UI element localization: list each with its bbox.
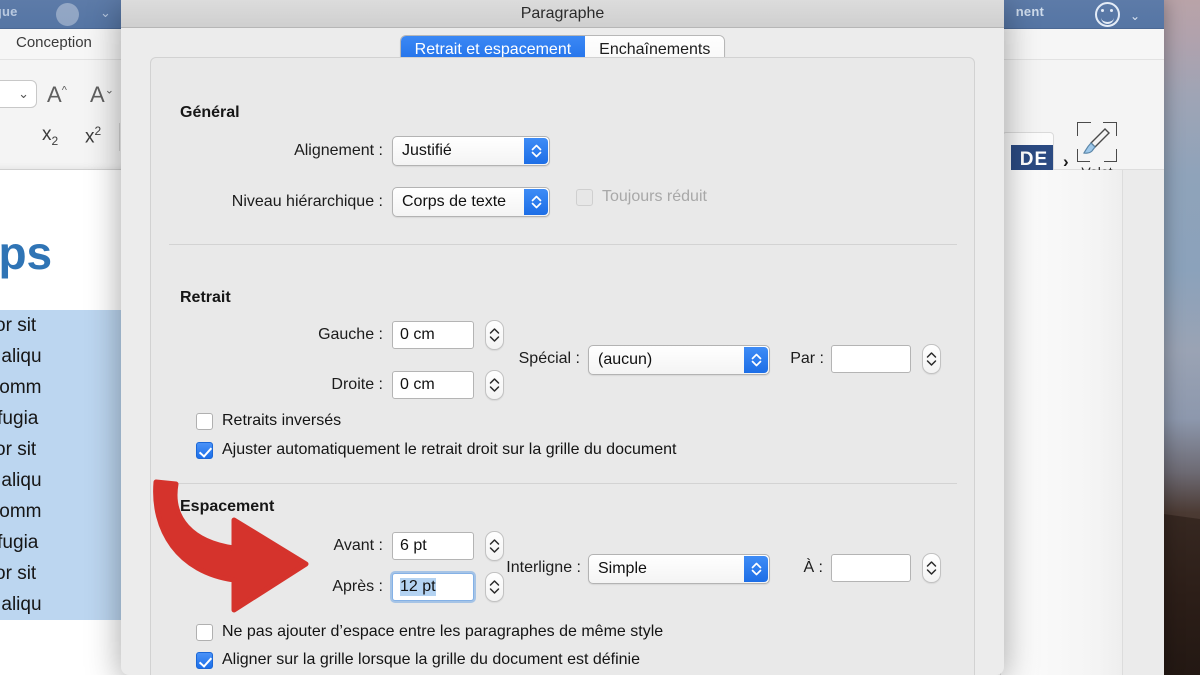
document-page-right (1000, 170, 1122, 675)
label-line-spacing-at: À : (803, 559, 823, 576)
line-spacing-at-stepper[interactable] (922, 553, 941, 583)
spacing-before-input[interactable]: 6 pt (392, 532, 474, 560)
chevron-down-icon[interactable]: ⌄ (1130, 9, 1140, 23)
special-indent-select[interactable]: (aucun) (588, 345, 770, 375)
spacing-after-value: 12 pt (400, 578, 436, 596)
checkbox-aligner-sur-grille[interactable] (196, 651, 213, 669)
group-title-general: Général (180, 104, 240, 121)
checkbox-label-aligner-sur-grille: Aligner sur la grille lorsque la grille … (222, 651, 640, 668)
dialog-titlebar[interactable]: Paragraphe (121, 0, 1004, 28)
window-title-left-fragment: ique (0, 4, 18, 19)
titlebar-chevron-left[interactable]: ⌄ (100, 5, 111, 21)
indent-left-input[interactable]: 0 cm (392, 321, 474, 349)
label-indent-left: Gauche : (318, 326, 383, 343)
paint-brush-icon (1077, 122, 1117, 162)
document-heading: m ips (0, 227, 53, 279)
indent-by-stepper[interactable] (922, 344, 941, 374)
checkbox-retraits-inverses[interactable] (196, 412, 213, 430)
dialog-title: Paragraphe (520, 5, 605, 22)
checkbox-ajuster-retrait-droit[interactable] (196, 441, 213, 459)
dialog-panel: Général Alignement : Justifié Niveau hié… (150, 57, 975, 675)
checkbox-row-aligner-sur-grille[interactable]: Aligner sur la grille lorsque la grille … (196, 651, 640, 669)
line-spacing-value: Simple (598, 560, 647, 577)
section-divider (169, 483, 957, 484)
alignment-select[interactable]: Justifié (392, 136, 550, 166)
checkbox-ne-pas-ajouter-espace[interactable] (196, 623, 213, 641)
titlebar-avatar[interactable] (56, 3, 79, 26)
paragraph-dialog: Paragraphe Retrait et espacement Enchaîn… (121, 0, 1004, 675)
chevron-updown-icon (744, 556, 768, 582)
label-alignment: Alignement : (294, 142, 383, 159)
indent-right-value: 0 cm (400, 376, 435, 393)
label-special: Spécial : (518, 350, 580, 367)
ribbon-divider (119, 123, 120, 151)
checkbox-row-toujours-reduit[interactable]: Toujours réduit (576, 188, 707, 206)
indent-left-value: 0 cm (400, 326, 435, 343)
label-indent-right: Droite : (331, 376, 383, 393)
outline-level-select[interactable]: Corps de texte (392, 187, 550, 217)
chevron-updown-icon (524, 189, 548, 215)
indent-by-input[interactable] (831, 345, 911, 373)
group-title-retrait: Retrait (180, 289, 231, 306)
spacing-before-value: 6 pt (400, 537, 427, 554)
tab-conception[interactable]: Conception (16, 34, 92, 51)
checkbox-label-ajuster-retrait-droit: Ajuster automatiquement le retrait droit… (222, 441, 677, 458)
alignment-value: Justifié (402, 142, 452, 159)
spacing-before-stepper[interactable] (485, 531, 504, 561)
section-divider (169, 244, 957, 245)
checkbox-label-ne-pas-ajouter-espace: Ne pas ajouter d’espace entre les paragr… (222, 623, 664, 640)
chevron-updown-icon (744, 347, 768, 373)
increase-font-size-icon[interactable]: A^ (47, 82, 67, 108)
checkbox-row-ne-pas-ajouter-espace[interactable]: Ne pas ajouter d’espace entre les paragr… (196, 623, 663, 641)
decrease-font-size-icon[interactable]: A⌄ (90, 82, 114, 108)
chevron-down-icon: ⌄ (18, 86, 29, 101)
line-spacing-at-input[interactable] (831, 554, 911, 582)
indent-right-input[interactable]: 0 cm (392, 371, 474, 399)
screen: ique ⌄ nent ⌄ Conception Commentaires 0,… (0, 0, 1200, 675)
subscript-icon[interactable]: x2 (42, 124, 58, 148)
outline-level-value: Corps de texte (402, 193, 507, 210)
label-outline-level: Niveau hiérarchique : (231, 193, 383, 210)
checkbox-label-retraits-inverses: Retraits inversés (222, 412, 342, 429)
indent-right-stepper[interactable] (485, 370, 504, 400)
line-spacing-select[interactable]: Simple (588, 554, 770, 584)
label-indent-by: Par : (790, 350, 824, 367)
chevron-updown-icon (524, 138, 548, 164)
font-size-combo[interactable]: 0,5 ⌄ (0, 80, 37, 108)
checkbox-row-retraits-inverses[interactable]: Retraits inversés (196, 412, 341, 430)
label-line-spacing: Interligne : (506, 559, 581, 576)
checkbox-toujours-reduit[interactable] (576, 188, 593, 206)
label-spacing-before: Avant : (333, 537, 383, 554)
label-spacing-after: Après : (332, 578, 383, 595)
checkbox-row-ajuster-retrait-droit[interactable]: Ajuster automatiquement le retrait droit… (196, 441, 676, 459)
superscript-icon[interactable]: x2 (85, 124, 101, 148)
special-indent-value: (aucun) (598, 351, 653, 368)
group-title-espacement: Espacement (180, 498, 275, 515)
spacing-after-input[interactable]: 12 pt (390, 571, 476, 603)
smiley-icon[interactable] (1095, 2, 1120, 27)
window-right-gutter (1122, 170, 1164, 675)
indent-left-stepper[interactable] (485, 320, 504, 350)
window-title-right-fragment: nent (1015, 4, 1044, 19)
checkbox-label-toujours-reduit: Toujours réduit (602, 188, 707, 205)
